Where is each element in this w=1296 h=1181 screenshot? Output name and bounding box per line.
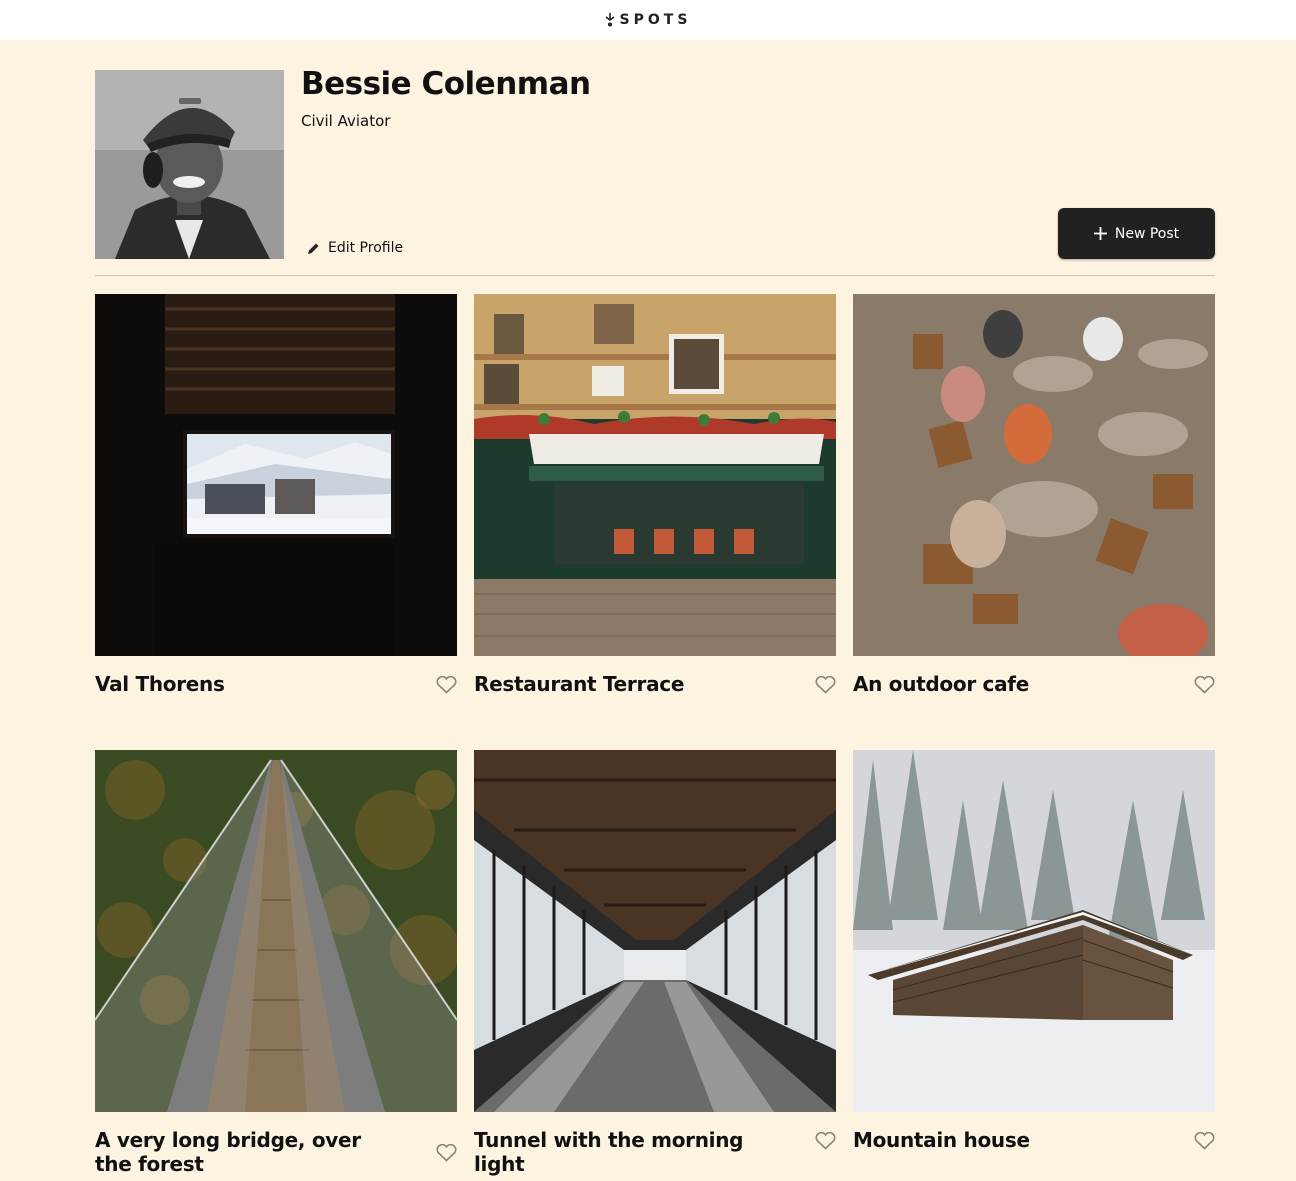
card-title: Mountain house [853,1128,1030,1152]
heart-outline-icon [1194,1131,1215,1150]
card: Mountain house [853,750,1215,1153]
edit-profile-button[interactable]: Edit Profile [307,240,403,256]
spots-logo[interactable]: SPOTS [605,12,692,28]
card-title: An outdoor cafe [853,672,1029,696]
profile-name: Bessie Colenman [301,66,591,102]
like-button[interactable] [1194,675,1215,697]
card-image[interactable] [853,294,1215,656]
profile-avatar [95,70,284,259]
card-caption: Tunnel with the morning light [474,1128,836,1176]
heart-outline-icon [436,1143,457,1162]
pencil-icon [308,243,319,254]
card-title: Restaurant Terrace [474,672,685,696]
card-caption: Restaurant Terrace [474,672,836,697]
card: A very long bridge, over the forest [95,750,457,1176]
top-header: SPOTS [0,0,1296,40]
card-caption: Mountain house [853,1128,1215,1153]
card-image[interactable] [474,294,836,656]
logo-text: SPOTS [619,12,692,28]
card: Val Thorens [95,294,457,697]
card-image[interactable] [95,294,457,656]
card: Tunnel with the morning light [474,750,836,1176]
like-button[interactable] [1194,1131,1215,1153]
like-button[interactable] [815,675,836,697]
heart-outline-icon [436,675,457,694]
card-image[interactable] [95,750,457,1112]
card-caption: A very long bridge, over the forest [95,1128,457,1176]
new-post-label: New Post [1114,225,1180,242]
heart-outline-icon [1194,675,1215,694]
like-button[interactable] [815,1131,836,1153]
card-title: A very long bridge, over the forest [95,1128,361,1176]
like-button[interactable] [436,675,457,697]
card-title: Tunnel with the morning light [474,1128,744,1176]
spots-logo-icon [605,13,615,27]
like-button[interactable] [436,1143,457,1165]
card: Restaurant Terrace [474,294,836,697]
card-image[interactable] [474,750,836,1112]
new-post-button[interactable]: New Post [1058,208,1215,259]
card-title: Val Thorens [95,672,225,696]
plus-icon [1093,227,1107,240]
card: An outdoor cafe [853,294,1215,697]
card-image[interactable] [853,750,1215,1112]
profile-divider [95,275,1215,276]
edit-profile-label: Edit Profile [328,240,404,256]
heart-outline-icon [815,1131,836,1150]
card-caption: An outdoor cafe [853,672,1215,697]
card-caption: Val Thorens [95,672,457,697]
profile-description: Civil Aviator [301,112,391,130]
heart-outline-icon [815,675,836,694]
